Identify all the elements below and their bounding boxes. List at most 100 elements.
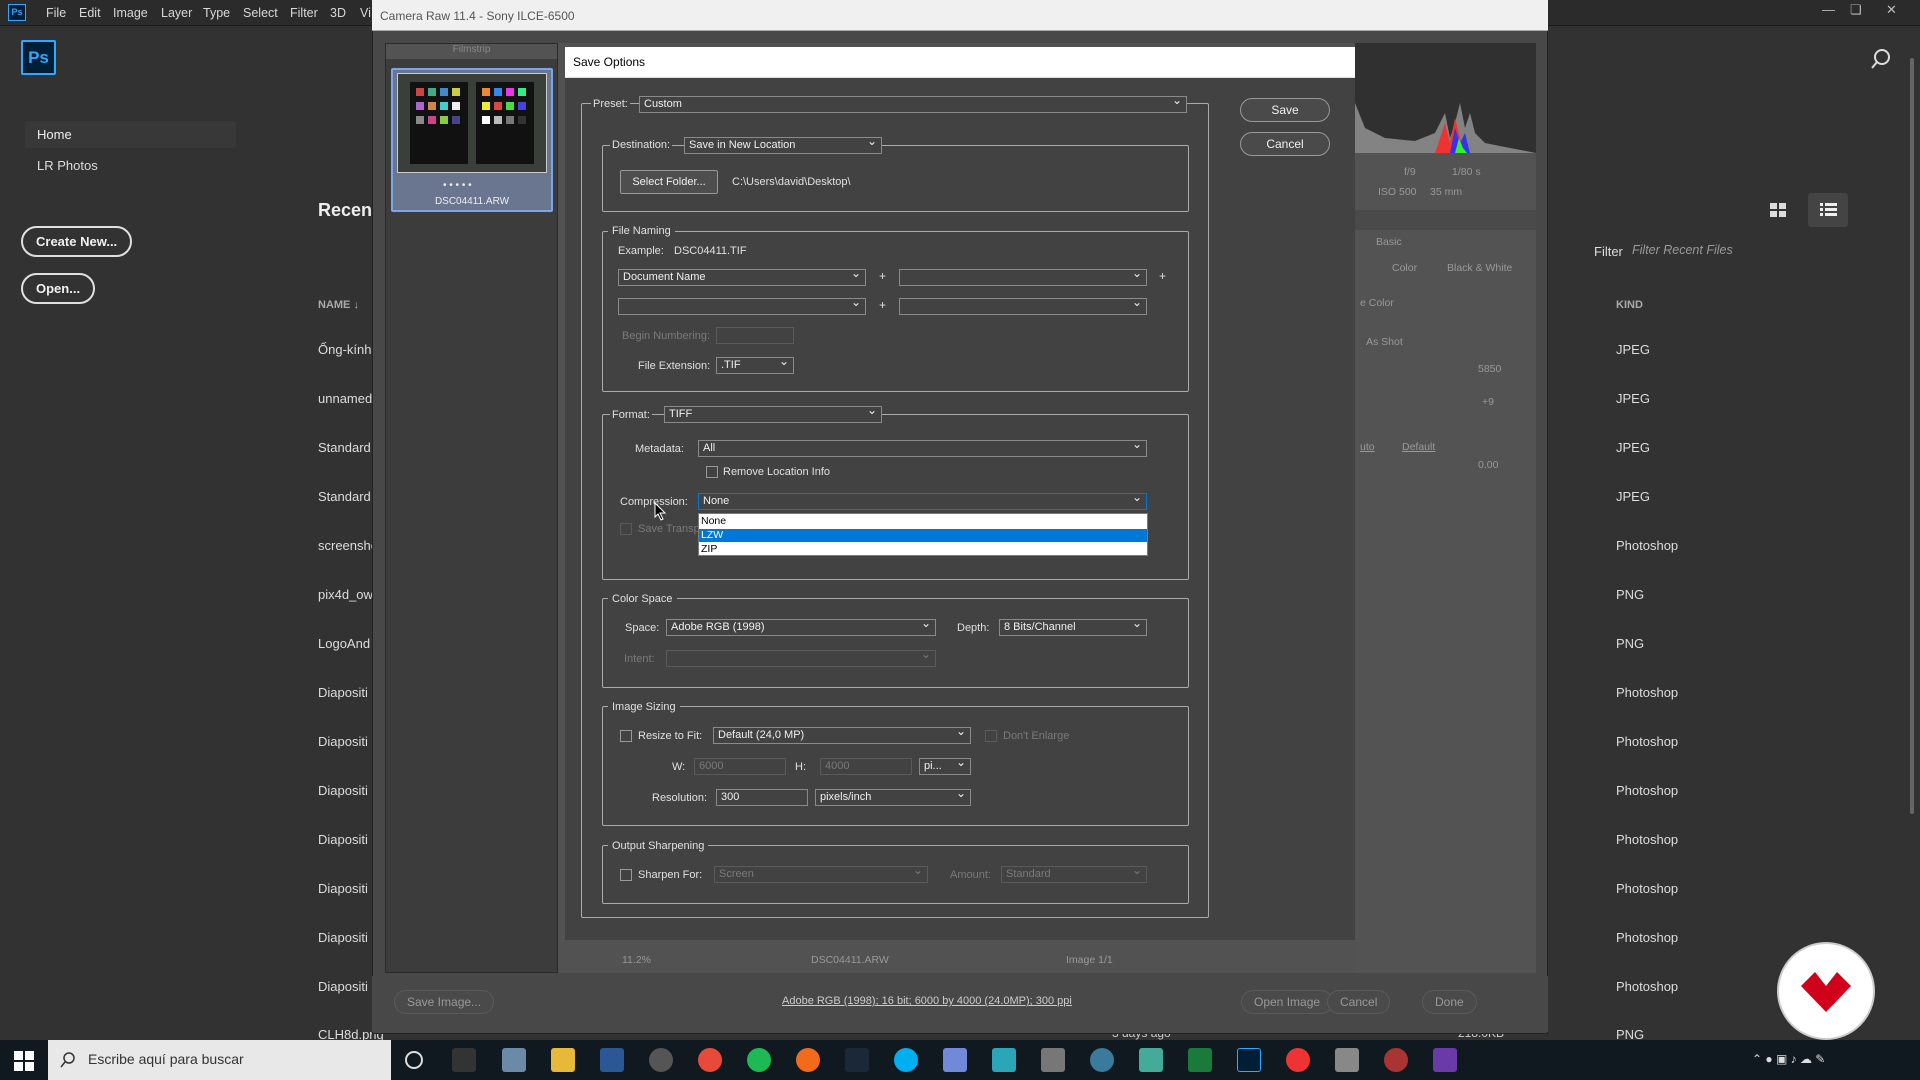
- recent-file-name[interactable]: Diapositi: [318, 930, 368, 945]
- list-view-icon[interactable]: [1808, 193, 1848, 227]
- unit-select[interactable]: pi...: [919, 758, 971, 775]
- open-image-button[interactable]: Open Image: [1241, 990, 1334, 1014]
- app-icon[interactable]: [1041, 1048, 1065, 1072]
- recent-file-name[interactable]: unnamed: [318, 391, 372, 406]
- menu-type[interactable]: Type: [203, 6, 230, 20]
- nav-home[interactable]: Home: [25, 121, 236, 148]
- remove-location-checkbox[interactable]: [706, 466, 718, 478]
- cortana-icon[interactable]: [405, 1051, 423, 1069]
- naming-field-1[interactable]: Document Name: [618, 269, 866, 286]
- app-icon[interactable]: [992, 1048, 1016, 1072]
- filter-input[interactable]: Filter Recent Files: [1632, 243, 1842, 257]
- profile-select[interactable]: e Color: [1360, 297, 1394, 309]
- grid-view-icon[interactable]: [1766, 199, 1790, 221]
- compression-option-zip[interactable]: ZIP: [699, 543, 1147, 556]
- name-column-header[interactable]: NAME ↓: [318, 299, 359, 311]
- word-icon[interactable]: [600, 1048, 624, 1072]
- spotify-icon[interactable]: [747, 1048, 771, 1072]
- naming-field-2[interactable]: [899, 269, 1147, 286]
- menu-edit[interactable]: Edit: [79, 6, 101, 20]
- recent-file-name[interactable]: Diapositi: [318, 685, 368, 700]
- app-icon[interactable]: [502, 1048, 526, 1072]
- app-icon[interactable]: [1335, 1048, 1359, 1072]
- exposure-value[interactable]: 0.00: [1478, 459, 1498, 471]
- rating-dots[interactable]: • • • • •: [443, 180, 472, 191]
- tint-value[interactable]: +9: [1482, 396, 1494, 408]
- resolution-input[interactable]: 300: [716, 789, 808, 806]
- kind-column-header[interactable]: KIND: [1616, 299, 1643, 311]
- windows-start-icon[interactable]: [14, 1051, 34, 1071]
- depth-select[interactable]: 8 Bits/Channel: [999, 619, 1147, 636]
- resize-checkbox[interactable]: [620, 730, 632, 742]
- file-explorer-icon[interactable]: [551, 1048, 575, 1072]
- recent-file-name[interactable]: Ống-kính: [318, 342, 371, 357]
- app-icon[interactable]: [1433, 1048, 1457, 1072]
- naming-field-4[interactable]: [899, 298, 1147, 315]
- compression-select[interactable]: None: [698, 493, 1147, 510]
- app-icon[interactable]: [1286, 1048, 1310, 1072]
- recent-file-name[interactable]: Diapositi: [318, 881, 368, 896]
- app-icon[interactable]: [1090, 1048, 1114, 1072]
- select-folder-button[interactable]: Select Folder...: [620, 170, 718, 194]
- workflow-options-link[interactable]: Adobe RGB (1998); 16 bit; 6000 by 4000 (…: [782, 995, 1072, 1007]
- app-icon[interactable]: [1384, 1048, 1408, 1072]
- cancel-button[interactable]: Cancel: [1240, 132, 1330, 156]
- discord-icon[interactable]: [943, 1048, 967, 1072]
- resolution-unit-select[interactable]: pixels/inch: [815, 789, 971, 806]
- app-icon[interactable]: [649, 1048, 673, 1072]
- menu-view[interactable]: Vi: [360, 6, 371, 20]
- cr-cancel-button[interactable]: Cancel: [1327, 990, 1391, 1014]
- sharpen-checkbox[interactable]: [620, 869, 632, 881]
- color-radio[interactable]: Color: [1392, 262, 1417, 274]
- preset-select[interactable]: Custom: [639, 96, 1187, 113]
- menu-filter[interactable]: Filter: [290, 6, 318, 20]
- steam-icon[interactable]: [845, 1048, 869, 1072]
- taskbar-search[interactable]: Escribe aquí para buscar: [48, 1040, 391, 1080]
- tool-icons-row[interactable]: [1355, 210, 1536, 230]
- app-icon[interactable]: [1139, 1048, 1163, 1072]
- resize-select[interactable]: Default (24,0 MP): [713, 727, 971, 744]
- system-tray-icons[interactable]: ⌃ ● ▣ ♪ ☁ ✎: [1752, 1052, 1825, 1066]
- metadata-select[interactable]: All: [698, 440, 1147, 457]
- save-button[interactable]: Save: [1240, 98, 1330, 122]
- naming-field-3[interactable]: [618, 298, 866, 315]
- destination-select[interactable]: Save in New Location: [684, 137, 882, 154]
- minimize-icon[interactable]: —: [1822, 2, 1835, 17]
- recent-file-name[interactable]: Diapositi: [318, 783, 368, 798]
- format-select[interactable]: TIFF: [664, 406, 882, 423]
- menu-3d[interactable]: 3D: [330, 6, 346, 20]
- file-extension-select[interactable]: .TIF: [716, 357, 794, 374]
- photoshop-taskbar-icon[interactable]: [1237, 1048, 1261, 1072]
- app-icon[interactable]: [796, 1048, 820, 1072]
- compression-option-none[interactable]: None: [699, 515, 1147, 528]
- default-link[interactable]: Default: [1402, 441, 1435, 453]
- recent-file-name[interactable]: LogoAnd: [318, 636, 370, 651]
- open-button[interactable]: Open...: [21, 273, 96, 304]
- temperature-value[interactable]: 5850: [1478, 363, 1501, 375]
- menu-file[interactable]: File: [46, 6, 66, 20]
- recent-file-name[interactable]: Standard: [318, 489, 371, 504]
- auto-link[interactable]: uto: [1360, 441, 1375, 453]
- app-icon[interactable]: [1188, 1048, 1212, 1072]
- bw-radio[interactable]: Black & White: [1447, 262, 1512, 274]
- recent-file-name[interactable]: Diapositi: [318, 832, 368, 847]
- nav-lr-photos[interactable]: LR Photos: [37, 158, 98, 173]
- skype-icon[interactable]: [894, 1048, 918, 1072]
- space-select[interactable]: Adobe RGB (1998): [666, 619, 936, 636]
- recent-file-name[interactable]: pix4d_ow: [318, 587, 373, 602]
- search-icon[interactable]: [1870, 48, 1892, 70]
- menu-select[interactable]: Select: [243, 6, 278, 20]
- done-button[interactable]: Done: [1422, 990, 1477, 1014]
- save-image-button[interactable]: Save Image...: [394, 990, 495, 1014]
- compression-option-lzw[interactable]: LZW: [699, 529, 1147, 542]
- restore-icon[interactable]: ❏: [1850, 2, 1862, 18]
- white-balance-select[interactable]: As Shot: [1366, 336, 1403, 348]
- recent-file-name[interactable]: Standard: [318, 440, 371, 455]
- menu-layer[interactable]: Layer: [161, 6, 192, 20]
- recent-file-name[interactable]: Diapositi: [318, 979, 368, 994]
- zoom-level[interactable]: 11.2%: [622, 954, 651, 966]
- chrome-icon[interactable]: [698, 1048, 722, 1072]
- create-new-button[interactable]: Create New...: [21, 226, 133, 257]
- close-icon[interactable]: ✕: [1886, 2, 1897, 18]
- recent-file-name[interactable]: Diapositi: [318, 734, 368, 749]
